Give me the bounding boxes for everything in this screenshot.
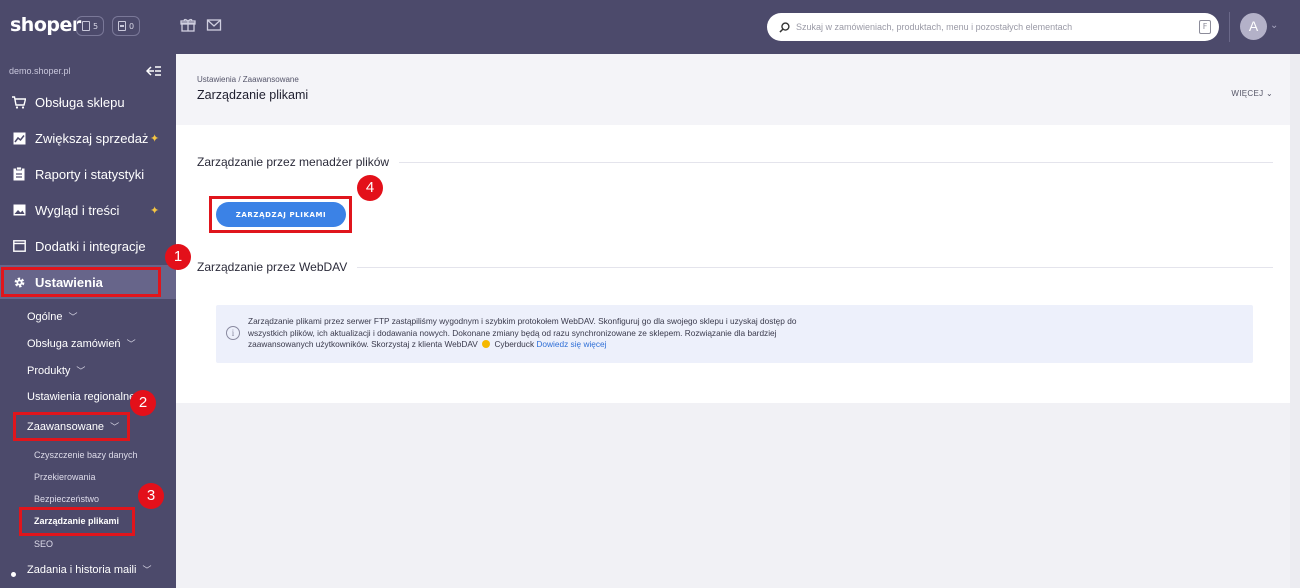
sparkle-icon: ✦ xyxy=(150,204,160,217)
section-title-file-manager: Zarządzanie przez menadżer plików xyxy=(197,155,400,169)
info-text-segment: Cyberduck xyxy=(494,339,535,349)
submenu-label: Ustawienia regionalne xyxy=(27,391,136,403)
info-line: wszystkich plików, ich aktualizacji i do… xyxy=(248,327,777,338)
sidebar-item-raporty[interactable]: Raporty i statystyki xyxy=(0,157,176,191)
highlight-ustawienia xyxy=(1,267,161,297)
more-menu-button[interactable]: WIĘCEJ ⌄ xyxy=(1231,89,1273,98)
chevron-down-icon: ﹀ xyxy=(68,312,78,322)
info-line: zaawansowanych użytkowników. Skorzystaj … xyxy=(248,339,888,351)
highlight-zaawansowane xyxy=(13,412,130,441)
chevron-down-icon[interactable]: ⌄ xyxy=(1270,20,1278,31)
submenu-seo[interactable]: SEO xyxy=(34,539,53,549)
chevron-down-icon: ﹀ xyxy=(142,565,152,575)
report-icon xyxy=(12,167,26,181)
sidebar-item-wyglad[interactable]: Wygląd i treści ✦ xyxy=(0,193,176,227)
window-icon xyxy=(12,239,26,253)
breadcrumb[interactable]: Ustawienia / Zaawansowane xyxy=(197,75,299,84)
submenu-ogolne[interactable]: Ogólne ﹀ xyxy=(27,310,78,323)
pending-counter[interactable]: 0 xyxy=(112,16,141,36)
shoper-logo[interactable]: shoper xyxy=(10,14,81,36)
step-badge: 1 xyxy=(165,244,191,270)
chevron-down-icon: ﹀ xyxy=(126,339,136,349)
gift-icon[interactable] xyxy=(180,17,196,33)
document-icon xyxy=(82,21,90,31)
webdav-info-text: Zarządzanie plikami przez serwer FTP zas… xyxy=(248,316,888,351)
info-icon: i xyxy=(226,326,240,340)
divider xyxy=(1229,12,1230,42)
pending-count: 0 xyxy=(129,21,135,31)
step-badge: 3 xyxy=(138,483,164,509)
page-title: Zarządzanie plikami xyxy=(197,88,309,102)
cart-icon xyxy=(12,95,26,109)
submenu-label: Zadania i historia maili xyxy=(27,564,137,576)
divider xyxy=(350,267,1273,268)
search-icon xyxy=(779,21,790,33)
submenu-przekierowania[interactable]: Przekierowania xyxy=(34,472,96,482)
scrollbar[interactable] xyxy=(1290,54,1300,588)
submenu-czyszczenie-bazy[interactable]: Czyszczenie bazy danych xyxy=(34,450,138,460)
sparkle-icon: ✦ xyxy=(150,132,160,145)
divider xyxy=(396,162,1273,163)
section-title-webdav: Zarządzanie przez WebDAV xyxy=(197,260,358,274)
collapse-sidebar-icon[interactable] xyxy=(146,64,162,78)
highlight-manage-files-button xyxy=(209,196,352,233)
more-label: WIĘCEJ xyxy=(1231,89,1264,98)
sidebar-item-obsluga-sklepu[interactable]: Obsługa sklepu xyxy=(0,85,176,119)
shop-name[interactable]: demo.shoper.pl xyxy=(9,66,71,76)
active-indicator-dot xyxy=(11,572,16,577)
submenu-label: Ogólne xyxy=(27,311,63,323)
sidebar-item-label: Wygląd i treści xyxy=(35,202,120,218)
submenu-zadania-historia[interactable]: Zadania i historia maili ﹀ xyxy=(27,563,151,576)
search-input[interactable] xyxy=(796,22,1186,32)
sidebar-item-label: Raporty i statystyki xyxy=(35,166,145,182)
learn-more-link[interactable]: Dowiedz się więcej xyxy=(536,339,606,349)
page-header: Ustawienia / Zaawansowane Zarządzanie pl… xyxy=(176,54,1300,125)
webdav-info-box: i Zarządzanie plikami przez serwer FTP z… xyxy=(216,305,1253,363)
image-icon xyxy=(12,203,26,217)
submenu-label: Produkty xyxy=(27,365,71,377)
submenu-label: Obsługa zamówień xyxy=(27,338,121,350)
cyberduck-icon xyxy=(482,340,491,348)
mail-icon[interactable] xyxy=(206,17,222,33)
submenu-obsluga-zamowien[interactable]: Obsługa zamówień ﹀ xyxy=(27,337,136,350)
orders-count: 5 xyxy=(93,21,99,31)
step-badge: 4 xyxy=(357,175,383,201)
info-line: Zarządzanie plikami przez serwer FTP zas… xyxy=(248,316,797,326)
orders-counter[interactable]: 5 xyxy=(76,16,105,36)
global-search[interactable]: F xyxy=(767,13,1219,41)
submenu-bezpieczenstwo[interactable]: Bezpieczeństwo xyxy=(34,494,99,504)
highlight-zarzadzanie-plikami xyxy=(19,507,135,536)
sidebar-item-label: Dodatki i integracje xyxy=(35,238,146,254)
avatar[interactable]: A xyxy=(1240,13,1267,40)
chevron-down-icon: ﹀ xyxy=(76,366,86,376)
chevron-down-icon: ⌄ xyxy=(1265,89,1273,98)
step-badge: 2 xyxy=(130,390,156,416)
top-bar: shoper 5 0 F A ⌄ xyxy=(0,0,1300,54)
sidebar-item-zwiekszaj-sprzedaz[interactable]: Zwiększaj sprzedaż ✦ xyxy=(0,121,176,155)
submenu-ustawienia-regionalne[interactable]: Ustawienia regionalne xyxy=(27,391,135,403)
sidebar-item-label: Zwiększaj sprzedaż xyxy=(35,130,149,146)
hourglass-icon xyxy=(118,21,126,31)
shortcut-key-icon: F xyxy=(1199,20,1211,34)
info-text-segment: zaawansowanych użytkowników. Skorzystaj … xyxy=(248,339,478,349)
sidebar-item-dodatki[interactable]: Dodatki i integracje xyxy=(0,229,176,263)
submenu-produkty[interactable]: Produkty ﹀ xyxy=(27,364,85,377)
chart-icon xyxy=(12,131,26,145)
sidebar-item-label: Obsługa sklepu xyxy=(35,94,125,110)
